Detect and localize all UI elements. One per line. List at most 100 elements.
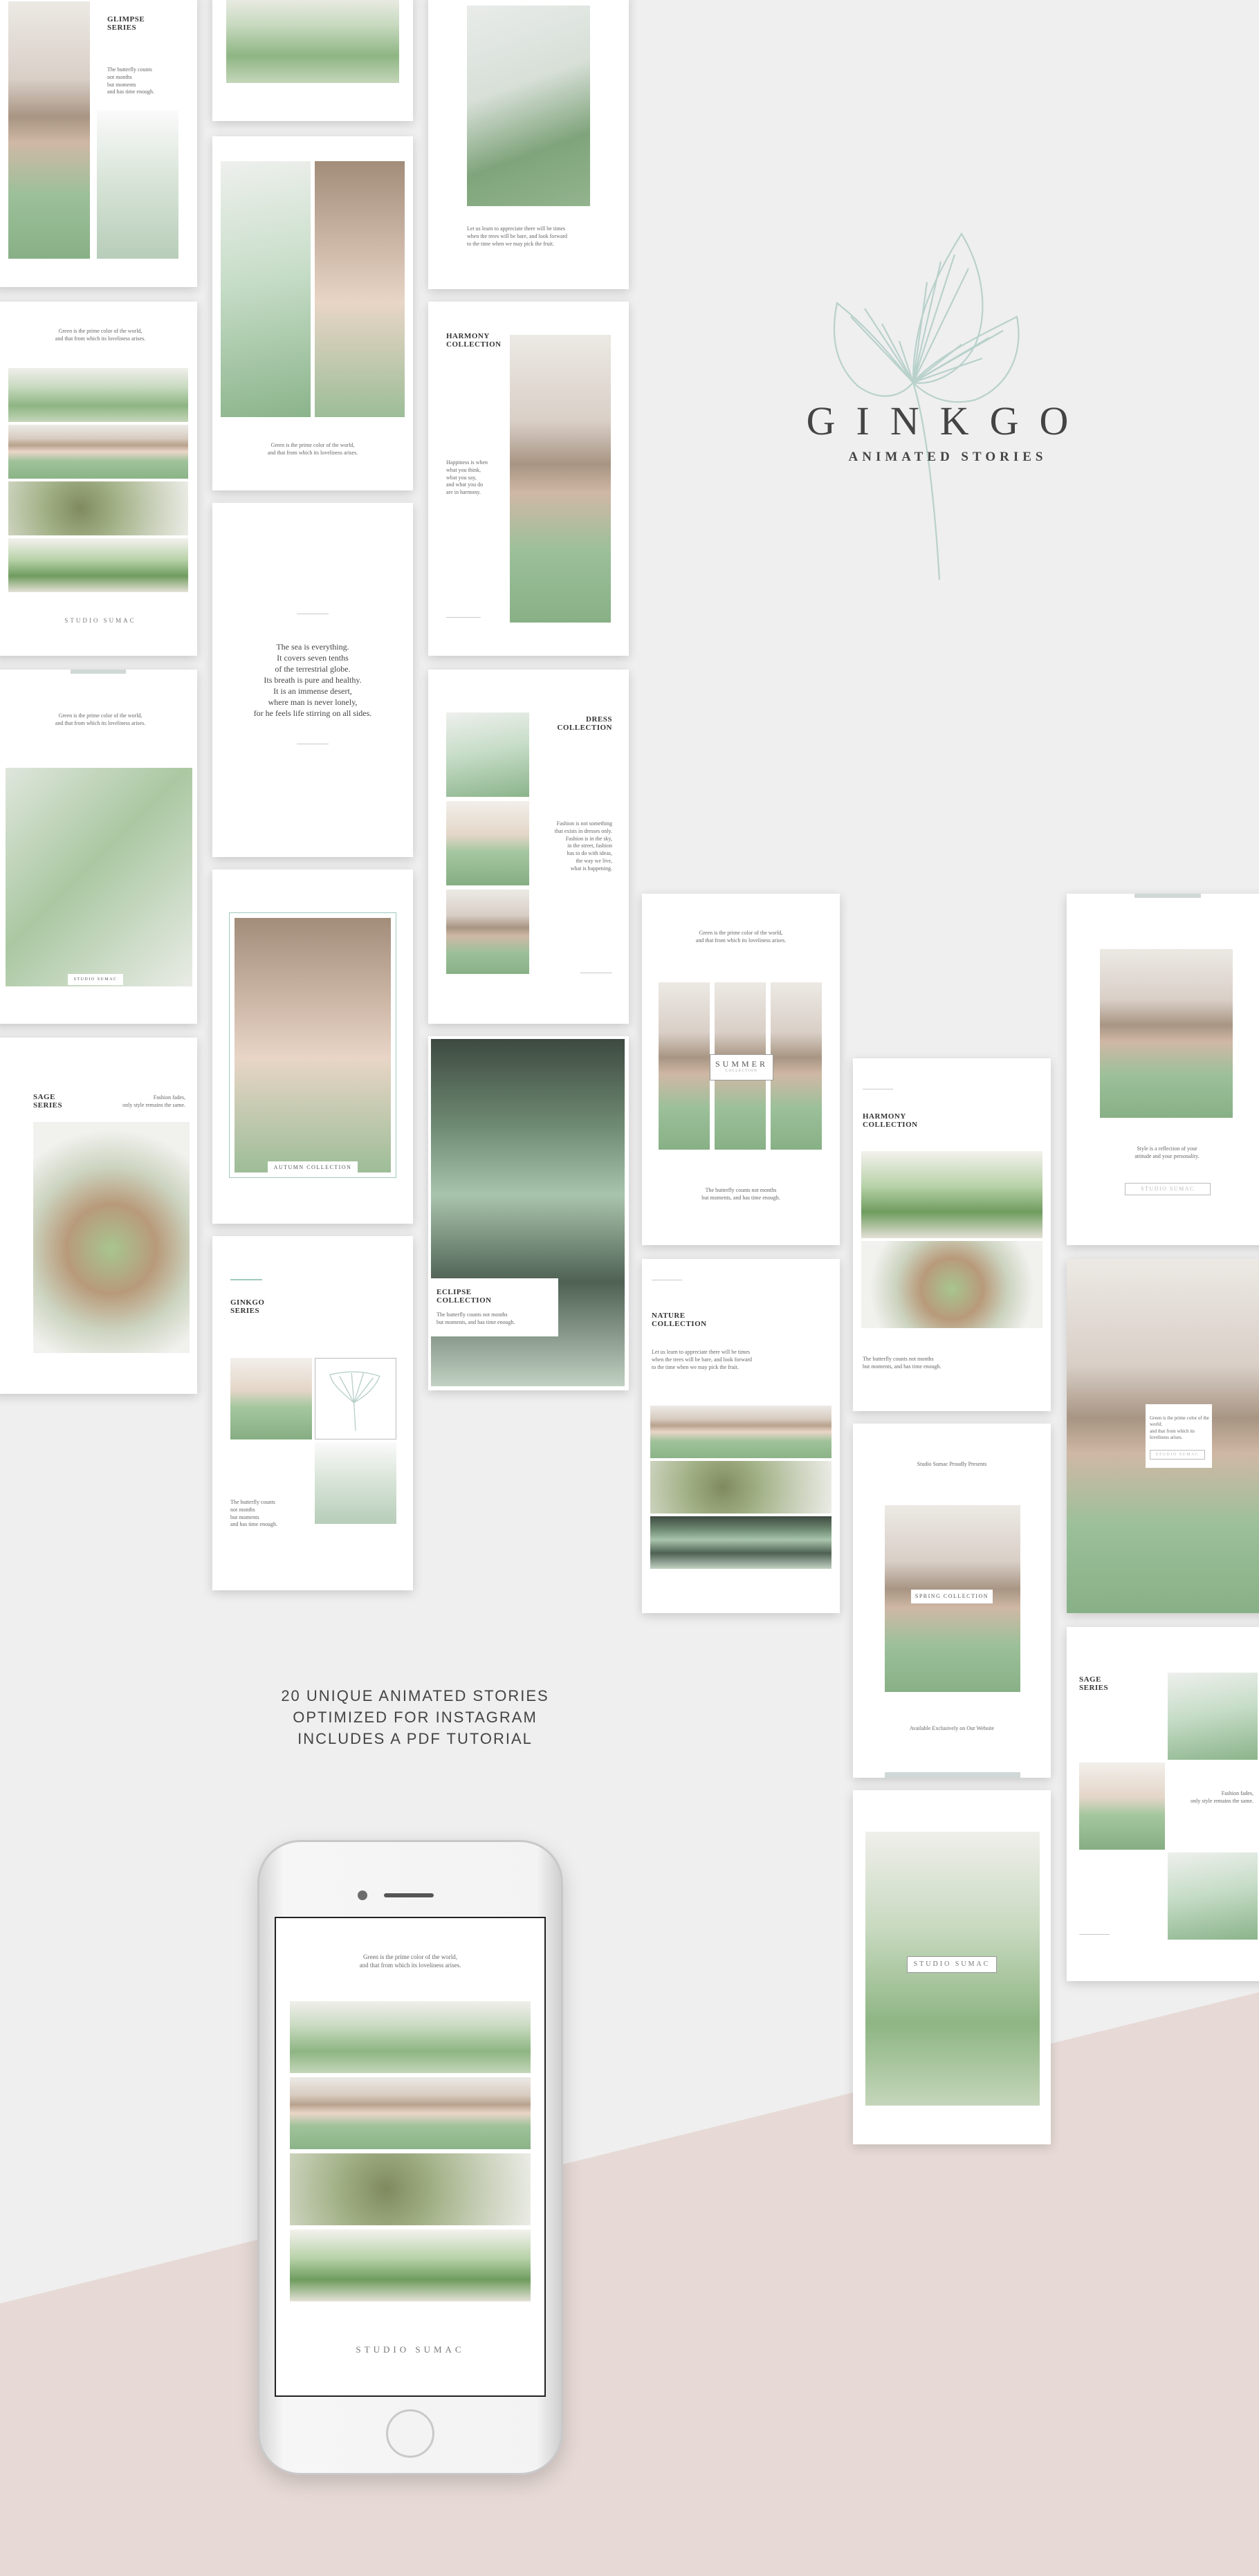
studio-signature: STUDIO SUMAC bbox=[64, 617, 136, 624]
photo-hat-hand bbox=[315, 161, 405, 417]
story-card-harmony: HARMONY COLLECTION Happiness is when wha… bbox=[428, 302, 629, 656]
photo-succulent bbox=[97, 111, 178, 259]
story-card-studio: Green is the prime color of the world, a… bbox=[0, 302, 197, 656]
photo-woman-back bbox=[510, 335, 611, 623]
feature-item: INCLUDES A PDF TUTORIAL bbox=[297, 1730, 533, 1747]
photo-skirt bbox=[1079, 1763, 1165, 1850]
screen-photo-jar bbox=[290, 2001, 531, 2073]
photo-skirt bbox=[446, 801, 529, 885]
card-title: DRESS COLLECTION bbox=[557, 715, 612, 733]
sea-quote: The sea is everything. It covers seven t… bbox=[219, 641, 406, 719]
phone-speaker bbox=[384, 1893, 434, 1897]
card-title: HARMONY COLLECTION bbox=[863, 1112, 918, 1130]
studio-tag: STUDIO SUMAC bbox=[68, 974, 123, 985]
photo-hat-woman bbox=[446, 890, 529, 974]
photo-hat bbox=[650, 1406, 831, 1458]
photo-sage-spices bbox=[33, 1122, 190, 1353]
photo-hat-skirt bbox=[235, 918, 391, 1172]
story-card-dress: DRESS COLLECTION Fashion is not somethin… bbox=[428, 670, 629, 1024]
photo-succulent bbox=[315, 1442, 396, 1524]
card-caption: The butterfly counts not months but mome… bbox=[107, 66, 154, 95]
photo-plant bbox=[446, 712, 529, 797]
card-title: GLIMPSE SERIES bbox=[107, 15, 145, 33]
photo-plant bbox=[221, 161, 311, 417]
card-quote: Green is the prime color of the world, a… bbox=[695, 930, 787, 944]
card-caption: Happiness is when what you think, what y… bbox=[446, 459, 488, 496]
divider bbox=[446, 617, 481, 618]
sea-line: Its breath is pure and healthy. bbox=[264, 675, 362, 685]
story-card-eclipse: ECLIPSE COLLECTION The butterfly counts … bbox=[428, 1036, 629, 1390]
photo-spices bbox=[650, 1461, 831, 1514]
phone-camera bbox=[358, 1890, 367, 1900]
tag-sub: COLLECTION bbox=[725, 1069, 758, 1073]
card-title: SAGE SERIES bbox=[1079, 1675, 1109, 1693]
card-title: NATURE COLLECTION bbox=[652, 1312, 707, 1329]
studio-tag: STUDIO SUMAC bbox=[907, 1956, 997, 1973]
card-caption: Fashion fades, only style remains the sa… bbox=[1191, 1790, 1253, 1804]
story-card-jar: STUDIO SUMAC bbox=[853, 1790, 1051, 2144]
card-caption: The butterfly counts not months but mome… bbox=[230, 1499, 277, 1528]
photo-plant-2 bbox=[1168, 1852, 1258, 1940]
card-title: HARMONY COLLECTION bbox=[446, 332, 502, 349]
story-card-autumn: AUTUMN COLLECTION bbox=[212, 870, 413, 1224]
story-card-summer: Green is the prime color of the world, a… bbox=[642, 894, 840, 1245]
bottom-bar bbox=[885, 1772, 1020, 1778]
photo-bottles bbox=[8, 538, 188, 592]
screen-photo-bottles bbox=[290, 2229, 531, 2301]
collection-tag: AUTUMN COLLECTION bbox=[268, 1161, 358, 1174]
card-title: GINKGO SERIES bbox=[230, 1298, 265, 1316]
screen-quote: Green is the prime color of the world, a… bbox=[359, 1953, 461, 1969]
feature-list: 20 UNIQUE ANIMATED STORIES OPTIMIZED FOR… bbox=[228, 1685, 602, 1749]
phone-mockup: Green is the prime color of the world, a… bbox=[257, 1840, 563, 2475]
card-caption: Available Exclusively on Our Website bbox=[909, 1725, 995, 1731]
card-caption: Fashion is not something that exists in … bbox=[554, 820, 612, 872]
feature-item: OPTIMIZED FOR INSTAGRAM bbox=[293, 1709, 537, 1726]
story-card-eucalyptus: Green is the prime color of the world, a… bbox=[0, 670, 197, 1024]
card-tab bbox=[1134, 894, 1201, 898]
card-quote: Green is the prime color of the world, a… bbox=[267, 442, 358, 456]
sea-line: It is an immense desert, bbox=[273, 686, 352, 696]
photo-skirt bbox=[230, 1358, 312, 1439]
card-caption: The butterfly counts not months but mome… bbox=[863, 1356, 941, 1370]
photo-ginkgo-frame bbox=[315, 1358, 396, 1439]
card-caption: Style is a reflection of your attitude a… bbox=[1134, 1146, 1200, 1159]
sea-line: for he feels life stirring on all sides. bbox=[253, 708, 372, 718]
card-caption: Green is the prime color of the world, a… bbox=[1150, 1415, 1209, 1441]
phone-screen: Green is the prime color of the world, a… bbox=[275, 1917, 546, 2397]
story-card-sea-quote: The sea is everything. It covers seven t… bbox=[212, 503, 413, 857]
photo-plant bbox=[1168, 1673, 1258, 1760]
screen-photo-spices bbox=[290, 2153, 531, 2225]
photo-eucalyptus bbox=[6, 768, 192, 986]
story-card-plant-hat: Green is the prime color of the world, a… bbox=[212, 136, 413, 490]
brand-title: GINKGO bbox=[806, 398, 1090, 443]
photo-woman-hat bbox=[1100, 949, 1233, 1118]
story-card-ginkgo-series: GINKGO SERIES The butterfly counts not m… bbox=[212, 1236, 413, 1590]
photo-woman bbox=[8, 1, 90, 259]
story-card-windblown: Green is the prime color of the world, a… bbox=[1067, 1259, 1259, 1613]
story-card-style: Style is a reflection of your attitude a… bbox=[1067, 894, 1259, 1245]
home-button[interactable] bbox=[386, 2409, 434, 2458]
card-caption: Fashion fades, only style remains the sa… bbox=[122, 1094, 185, 1108]
card-caption: The butterfly counts not months but mome… bbox=[436, 1312, 515, 1325]
photo-bottles bbox=[861, 1151, 1042, 1238]
studio-tag: STUDIO SUMAC bbox=[1125, 1183, 1211, 1195]
card-quote: Green is the prime color of the world, a… bbox=[55, 712, 146, 726]
card-caption: The butterfly counts not months but mome… bbox=[701, 1187, 780, 1201]
story-card-glimpse: GLIMPSE SERIES The butterfly counts not … bbox=[0, 0, 197, 287]
photo-spices bbox=[8, 481, 188, 535]
collection-tag: SPRING COLLECTION bbox=[911, 1590, 993, 1603]
text-panel bbox=[431, 1278, 558, 1336]
card-title: SAGE SERIES bbox=[33, 1093, 63, 1110]
photo-jar bbox=[226, 0, 399, 83]
photo-dark-leaves bbox=[650, 1516, 831, 1569]
collection-tag: SUMMER COLLECTION bbox=[710, 1054, 773, 1080]
story-card-sage-2: SAGE SERIES Fashion fades, only style re… bbox=[1067, 1627, 1259, 1981]
card-quote: Green is the prime color of the world, a… bbox=[55, 328, 146, 342]
photo-hat bbox=[8, 425, 188, 479]
sea-line: It covers seven tenths bbox=[277, 653, 349, 663]
brand-subtitle: ANIMATED STORIES bbox=[848, 450, 1047, 464]
ginkgo-leaf-icon bbox=[329, 1371, 380, 1431]
card-caption: Studio Sumac Proudly Presents bbox=[917, 1461, 987, 1467]
sea-line: where man is never lonely, bbox=[268, 697, 358, 707]
photo-woman-3 bbox=[771, 982, 822, 1150]
